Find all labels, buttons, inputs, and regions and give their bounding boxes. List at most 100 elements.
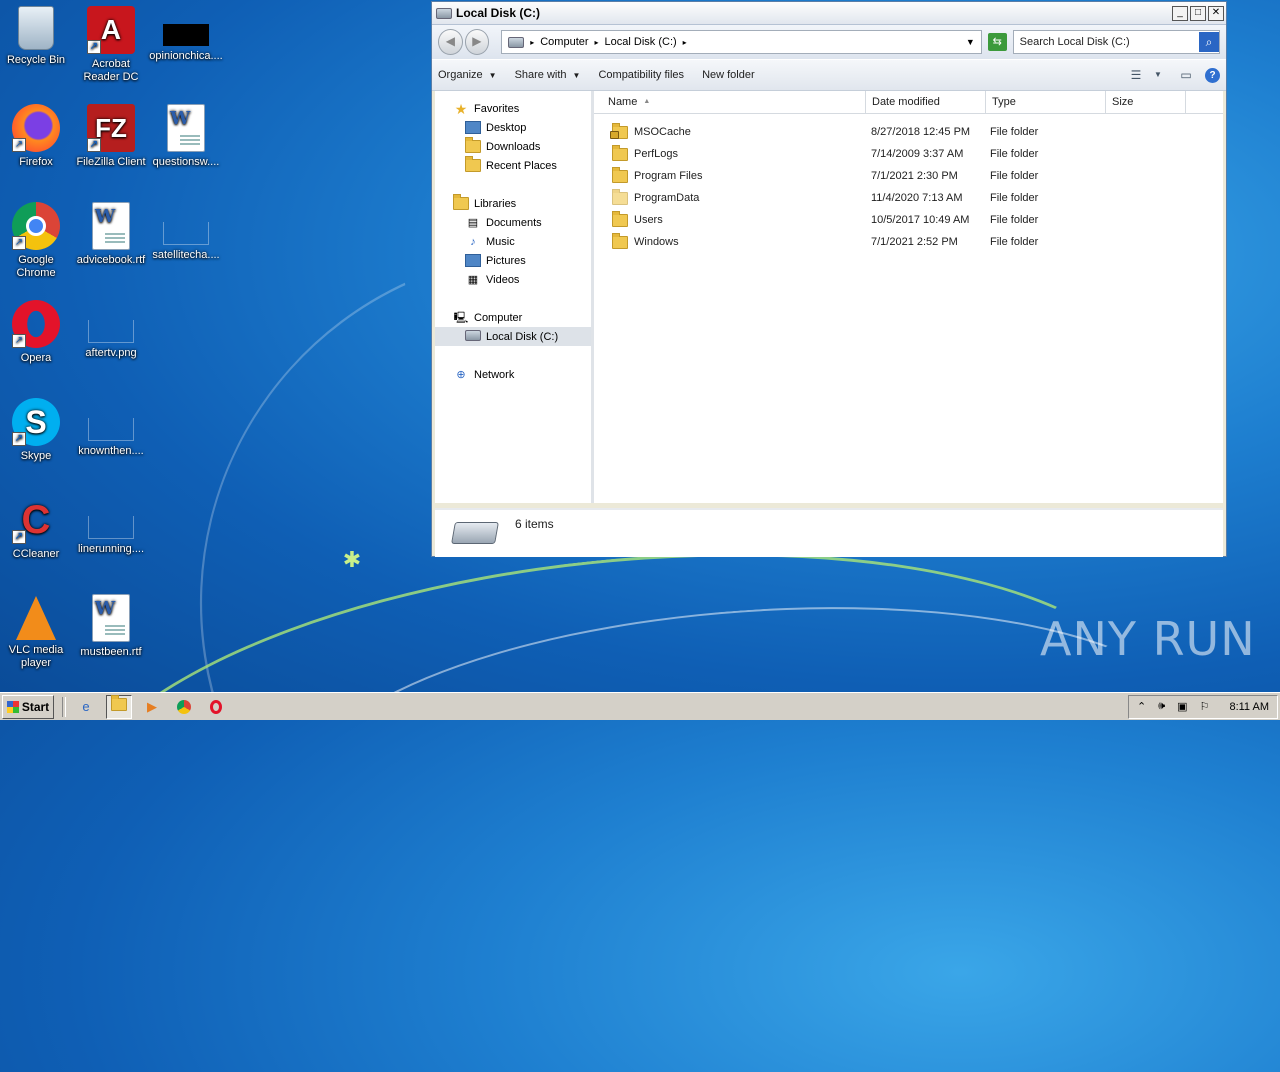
file-row[interactable]: Users 10/5/2017 10:49 AM File folder	[594, 209, 1223, 231]
forward-button[interactable]: ▶	[464, 29, 490, 55]
image-file-icon	[163, 24, 209, 46]
chevron-right-icon[interactable]: ▸	[595, 38, 599, 47]
close-button[interactable]: ✕	[1208, 5, 1224, 21]
desktop-icon-aftertv[interactable]: aftertv.png	[73, 300, 149, 360]
nav-network[interactable]: ⊕ Network	[435, 365, 591, 384]
title-bar[interactable]: Local Disk (C:) _ □ ✕	[432, 2, 1226, 25]
command-bar: Organize ▼ Share with ▼ Compatibility file…	[432, 59, 1226, 91]
nav-label: Libraries	[474, 197, 517, 210]
chevron-down-icon[interactable]: ▼	[1149, 67, 1167, 83]
file-type: File folder	[990, 170, 1039, 182]
nav-computer[interactable]: 🖳 Computer	[435, 308, 591, 327]
file-row[interactable]: Windows 7/1/2021 2:52 PM File folder	[594, 231, 1223, 253]
chrome-taskbar-icon[interactable]	[172, 696, 196, 718]
share-with-label: Share with	[514, 69, 567, 81]
nav-label: Pictures	[486, 254, 526, 267]
file-row[interactable]: ProgramData 11/4/2020 7:13 AM File folde…	[594, 187, 1223, 209]
nav-label: Downloads	[486, 140, 541, 153]
desktop-icon-vlc[interactable]: VLC media player	[0, 594, 74, 670]
vlc-icon	[16, 596, 56, 640]
nav-documents[interactable]: ▤ Documents	[435, 213, 591, 232]
desktop-icon-firefox[interactable]: ↗ Firefox	[0, 104, 74, 169]
action-center-flag-icon[interactable]: ⚐	[1200, 700, 1210, 713]
nav-label: Videos	[486, 273, 520, 286]
nav-libraries[interactable]: Libraries	[435, 193, 591, 213]
internet-explorer-icon[interactable]: e	[74, 696, 98, 718]
desktop-icon	[465, 120, 481, 134]
network-tray-icon[interactable]: ▣	[1177, 700, 1187, 713]
desktop-icon-opinionchica[interactable]: opinionchica....	[148, 6, 224, 63]
desktop-icon-satellitecha[interactable]: satellitecha....	[148, 202, 224, 262]
desktop-icon-chrome[interactable]: ↗ Google Chrome	[0, 202, 74, 280]
preview-pane-icon[interactable]: ▭	[1177, 67, 1195, 83]
desktop-icon-advicebook[interactable]: W advicebook.rtf	[73, 202, 149, 267]
search-box[interactable]: ⌕	[1012, 30, 1220, 54]
desktop-icon-recycle-bin[interactable]: Recycle Bin	[0, 6, 74, 67]
file-row[interactable]: MSOCache 8/27/2018 12:45 PM File folder	[594, 121, 1223, 143]
new-folder-button[interactable]: New folder	[702, 69, 755, 81]
share-with-menu[interactable]: Share with ▼	[515, 69, 581, 81]
nav-music[interactable]: ♪ Music	[435, 232, 591, 251]
desktop-icon-label: satellitecha....	[152, 249, 220, 261]
file-row[interactable]: Program Files 7/1/2021 2:30 PM File fold…	[594, 165, 1223, 187]
breadcrumb-local-disk[interactable]: Local Disk (C:)	[605, 36, 677, 48]
file-date: 11/4/2020 7:13 AM	[871, 192, 963, 204]
address-dropdown-icon[interactable]: ▼	[966, 37, 975, 47]
breadcrumb-computer[interactable]: Computer	[540, 36, 588, 48]
file-row[interactable]: PerfLogs 7/14/2009 3:37 AM File folder	[594, 143, 1223, 165]
image-file-icon	[163, 222, 209, 245]
desktop-icon-mustbeen[interactable]: W mustbeen.rtf	[73, 594, 149, 659]
desktop-icon-filezilla[interactable]: FZ ↗ FileZilla Client	[73, 104, 149, 169]
minimize-button[interactable]: _	[1172, 5, 1188, 21]
nav-local-disk[interactable]: Local Disk (C:)	[435, 327, 591, 346]
nav-pictures[interactable]: Pictures	[435, 251, 591, 270]
column-size[interactable]: Size	[1106, 91, 1186, 113]
chevron-right-icon[interactable]: ▸	[683, 38, 687, 47]
organize-menu[interactable]: Organize ▼	[438, 69, 497, 81]
image-file-icon	[88, 516, 134, 539]
compatibility-files-button[interactable]: Compatibility files	[598, 69, 684, 81]
file-list: Name ▲ Date modified Type Size MSOCache 8…	[594, 91, 1223, 503]
column-type[interactable]: Type	[986, 91, 1106, 113]
desktop-icon-acrobat[interactable]: A ↗ Acrobat Reader DC	[73, 6, 149, 84]
music-icon: ♪	[470, 235, 476, 248]
start-button[interactable]: Start	[2, 694, 54, 719]
nav-recent-places[interactable]: Recent Places	[435, 155, 591, 175]
nav-downloads[interactable]: Downloads	[435, 136, 591, 156]
windows-explorer-icon[interactable]	[106, 694, 132, 719]
file-type: File folder	[990, 214, 1039, 226]
search-icon[interactable]: ⌕	[1199, 32, 1219, 52]
help-icon[interactable]: ?	[1205, 67, 1220, 83]
pictures-icon	[465, 253, 481, 267]
desktop-icon-questionsw[interactable]: W questionsw....	[148, 104, 224, 169]
desktop-icon-ccleaner[interactable]: C ↗ CCleaner	[0, 496, 74, 561]
libraries-icon	[453, 193, 469, 210]
media-player-icon[interactable]: ▶	[140, 696, 164, 718]
desktop-icon-opera[interactable]: ↗ Opera	[0, 300, 74, 365]
desktop-icon-knownthen[interactable]: knownthen....	[73, 398, 149, 458]
drive-icon	[451, 522, 499, 544]
window-title: Local Disk (C:)	[456, 6, 541, 20]
chevron-right-icon[interactable]: ▸	[530, 38, 534, 47]
address-bar[interactable]: ▸ Computer ▸ Local Disk (C:) ▸ ▼	[501, 30, 982, 54]
maximize-button[interactable]: □	[1190, 5, 1206, 21]
desktop-icon-skype[interactable]: S ↗ Skype	[0, 398, 74, 463]
skype-icon: S ↗	[12, 398, 60, 446]
clock[interactable]: 8:11 AM	[1229, 701, 1269, 713]
file-date: 7/1/2021 2:52 PM	[871, 236, 958, 248]
nav-videos[interactable]: ▦ Videos	[435, 270, 591, 289]
back-button[interactable]: ◀	[438, 29, 463, 55]
volume-icon[interactable]: 🕪	[1158, 700, 1165, 713]
column-name[interactable]: Name ▲	[594, 91, 866, 113]
nav-desktop[interactable]: Desktop	[435, 118, 591, 137]
chevron-up-icon[interactable]: ⌃	[1137, 700, 1146, 713]
desktop-icon-label: Opera	[20, 352, 52, 364]
column-date-modified[interactable]: Date modified	[866, 91, 986, 113]
view-options-icon[interactable]: ☰	[1127, 67, 1145, 83]
search-input[interactable]	[1013, 35, 1199, 49]
desktop-icon-linerunning[interactable]: linerunning....	[73, 496, 149, 556]
opera-taskbar-icon[interactable]	[204, 696, 228, 718]
refresh-button[interactable]: ⇆	[987, 33, 1007, 51]
nav-favorites[interactable]: ★ Favorites	[435, 99, 591, 118]
system-tray: ⌃ 🕪 ▣ ⚐ 8:11 AM	[1128, 694, 1278, 719]
